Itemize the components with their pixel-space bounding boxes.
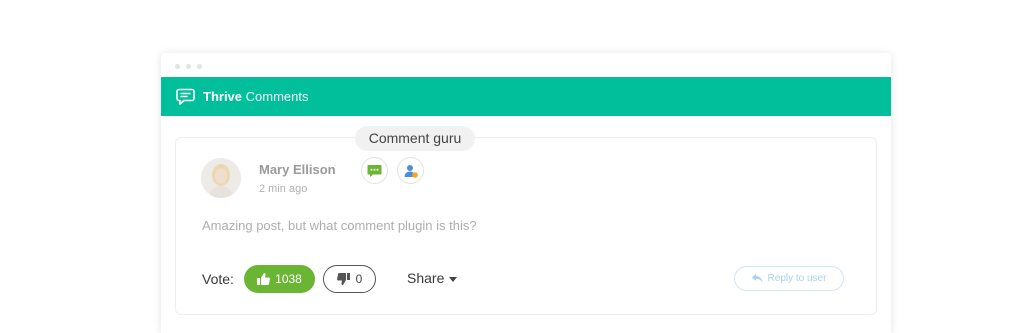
window-dot xyxy=(197,64,202,69)
window-dot xyxy=(175,64,180,69)
share-dropdown[interactable]: Share xyxy=(407,270,458,286)
reply-label: Reply to user xyxy=(767,273,827,284)
comment-badge-icon xyxy=(367,164,382,177)
thumbs-up-icon xyxy=(257,273,271,285)
comment-badge[interactable] xyxy=(361,157,388,184)
reply-arrow-icon xyxy=(751,274,763,283)
window-controls xyxy=(175,64,202,69)
avatar-image xyxy=(201,158,241,198)
comment-time: 2 min ago xyxy=(259,183,308,195)
caret-down-icon xyxy=(449,276,458,282)
downvote-button[interactable]: 0 xyxy=(323,265,376,293)
window-dot xyxy=(186,64,191,69)
browser-window: Thrive Comments Comment guru Mary Elliso… xyxy=(161,53,891,333)
downvote-count: 0 xyxy=(355,272,363,286)
user-badge-icon xyxy=(404,164,418,178)
brand-bold: Thrive xyxy=(203,89,243,104)
comment-text: Amazing post, but what comment plugin is… xyxy=(202,218,477,233)
brand-light: Comments xyxy=(245,89,309,104)
reply-button[interactable]: Reply to user xyxy=(734,266,844,291)
upvote-button[interactable]: 1038 xyxy=(244,265,315,293)
avatar[interactable] xyxy=(201,158,241,198)
upvote-count: 1038 xyxy=(275,272,302,286)
share-label: Share xyxy=(407,270,445,286)
badge-tooltip: Comment guru xyxy=(355,126,475,151)
app-header: Thrive Comments xyxy=(161,77,891,116)
vote-label: Vote: xyxy=(202,271,234,287)
thumbs-down-icon xyxy=(336,273,350,285)
user-badge[interactable] xyxy=(397,157,424,184)
chat-bubble-icon xyxy=(176,88,195,105)
app-brand: Thrive Comments xyxy=(203,90,309,104)
comment-author[interactable]: Mary Ellison xyxy=(259,162,336,177)
